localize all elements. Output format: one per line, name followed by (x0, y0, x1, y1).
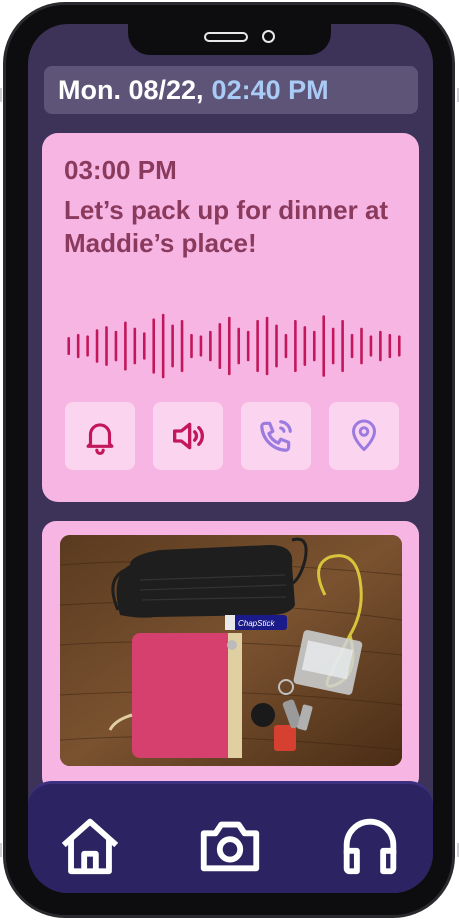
headphones-icon (343, 818, 397, 875)
bell-icon (86, 423, 114, 455)
side-button-left (0, 88, 2, 102)
camera-icon (200, 821, 260, 872)
app-screen: Mon. 08/22, 02:40 PM 03:00 PM Let’s pack… (28, 24, 433, 893)
reminder-card[interactable]: 03:00 PM Let’s pack up for dinner at Mad… (42, 133, 419, 502)
call-button[interactable] (241, 402, 311, 470)
packed-items-illustration: ChapStick (60, 535, 402, 766)
front-camera (262, 30, 275, 43)
location-button[interactable] (329, 402, 399, 470)
alarm-button[interactable] (65, 402, 135, 470)
reminder-time: 03:00 PM (64, 155, 177, 185)
svg-text:ChapStick: ChapStick (238, 619, 275, 628)
date-time-bar: Mon. 08/22, 02:40 PM (44, 66, 418, 114)
play-audio-button[interactable] (153, 402, 223, 470)
phone-call-icon (260, 420, 292, 452)
home-button[interactable] (51, 806, 129, 884)
camera-notch (128, 24, 331, 55)
current-date: Mon. 08/22, (58, 74, 204, 105)
current-time: 02:40 PM (211, 74, 329, 105)
bottom-navigation (28, 781, 433, 893)
camera-button[interactable] (191, 806, 269, 884)
items-photo[interactable]: ChapStick (60, 535, 402, 766)
photo-card[interactable]: ChapStick (42, 521, 419, 791)
reminder-message: Let’s pack up for dinner at Maddie’s pla… (64, 195, 389, 258)
speaker-grille (204, 32, 248, 42)
speaker-icon (173, 422, 204, 450)
chapstick-shape: ChapStick (225, 615, 287, 630)
side-button-left-lower (0, 843, 2, 857)
home-icon (61, 818, 119, 875)
location-pin-icon (352, 419, 376, 451)
voice-waveform[interactable] (64, 313, 404, 379)
audio-button[interactable] (331, 806, 409, 884)
